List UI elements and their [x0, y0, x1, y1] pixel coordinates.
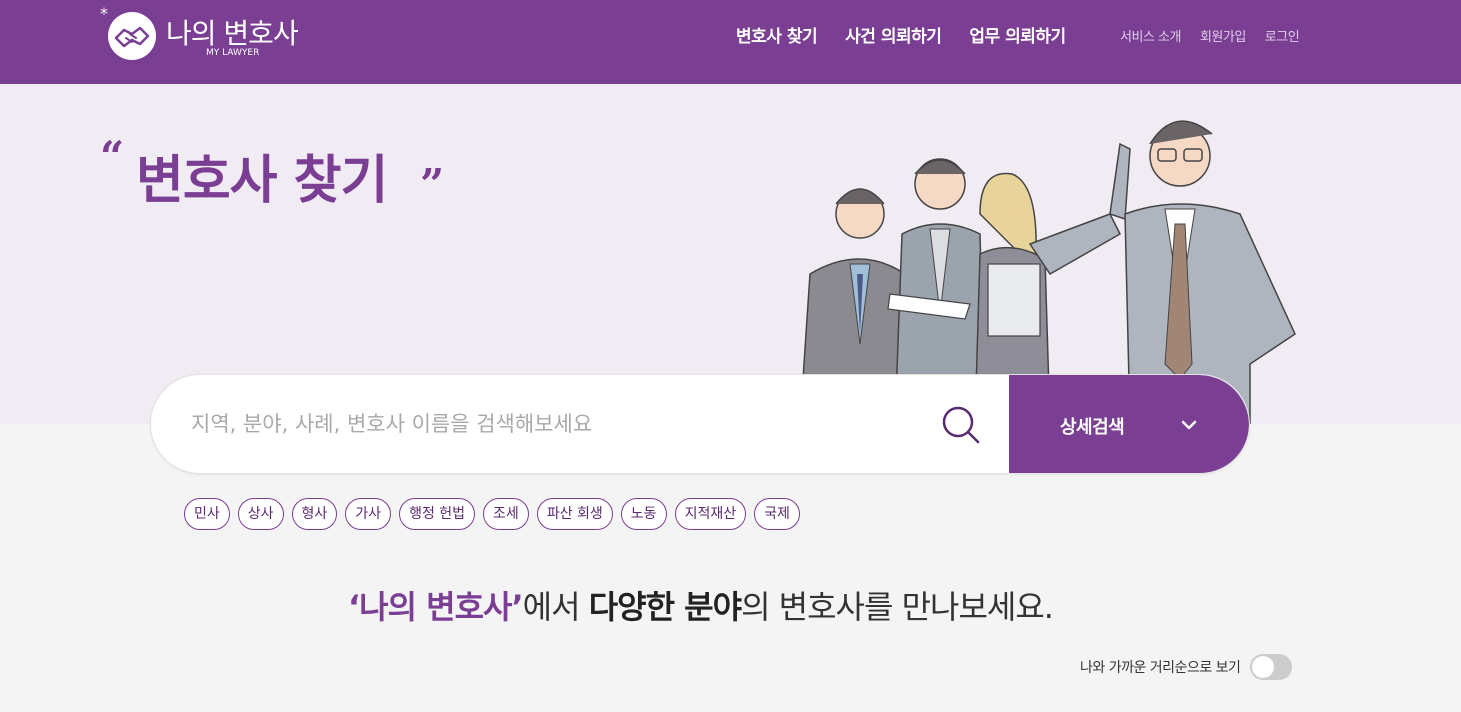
page-title: 변호사 찾기: [136, 151, 388, 211]
nav-find-lawyer[interactable]: 변호사 찾기: [736, 22, 818, 47]
star-icon: *: [100, 4, 108, 23]
tag-labor[interactable]: 노동: [620, 498, 667, 530]
search-icon[interactable]: [941, 405, 981, 445]
detail-search-label: 상세검색: [1060, 417, 1125, 438]
tagline-part2: 의 변호사를 만나보세요.: [741, 588, 1054, 626]
main-nav: 변호사 찾기 사건 의뢰하기 업무 의뢰하기: [736, 22, 1066, 47]
tag-international[interactable]: 국제: [754, 498, 800, 530]
nav-request-work[interactable]: 업무 의뢰하기: [969, 22, 1066, 47]
tag-family[interactable]: 가사: [345, 498, 392, 530]
detail-search-button[interactable]: 상세검색: [1009, 375, 1249, 473]
nearby-sort-label: 나와 가까운 거리순으로 보기: [1080, 660, 1241, 676]
tag-criminal[interactable]: 형사: [291, 498, 338, 530]
nearby-sort-toggle[interactable]: [1250, 654, 1293, 680]
tagline-part1: 에서: [522, 588, 589, 626]
tag-administrative-constitutional[interactable]: 행정 헌법: [399, 498, 476, 530]
logo[interactable]: * 나의 변호사 MY LAWYER: [100, 4, 310, 66]
top-navigation-bar: * 나의 변호사 MY LAWYER 변호사 찾기 사건 의뢰하기 업무 의뢰하…: [0, 0, 1461, 84]
close-quote-icon: ”: [420, 160, 445, 209]
utility-nav: 서비스 소개 회원가입 로그인: [1120, 26, 1300, 45]
category-tags: 민사 상사 형사 가사 행정 헌법 조세 파산 회생 노동 지적재산 국제: [184, 498, 800, 530]
tagline-brand: ‘나의 변호사’: [348, 588, 524, 626]
search-input[interactable]: [191, 375, 911, 473]
nav-login[interactable]: 로그인: [1265, 26, 1300, 45]
logo-subtitle: MY LAWYER: [206, 48, 260, 58]
tag-civil[interactable]: 민사: [184, 498, 230, 530]
tagline: ‘나의 변호사’에서 다양한 분야의 변호사를 만나보세요.: [0, 582, 1401, 628]
handshake-icon: [108, 12, 156, 60]
nearby-sort-toggle-row: 나와 가까운 거리순으로 보기: [1080, 654, 1293, 680]
toggle-knob: [1252, 656, 1275, 678]
tag-intellectual-property[interactable]: 지적재산: [674, 498, 747, 530]
tag-commercial[interactable]: 상사: [237, 498, 284, 530]
nav-service-intro[interactable]: 서비스 소개: [1120, 26, 1181, 45]
nav-signup[interactable]: 회원가입: [1200, 26, 1246, 45]
chevron-down-icon: [1179, 415, 1199, 435]
open-quote-icon: “: [100, 132, 125, 181]
nav-request-case[interactable]: 사건 의뢰하기: [845, 22, 942, 47]
search-bar: 상세검색: [150, 374, 1250, 474]
logo-title: 나의 변호사: [166, 17, 299, 50]
tag-tax[interactable]: 조세: [483, 498, 529, 530]
tag-bankruptcy[interactable]: 파산 회생: [536, 498, 613, 530]
tagline-strong: 다양한 분야: [588, 588, 742, 626]
